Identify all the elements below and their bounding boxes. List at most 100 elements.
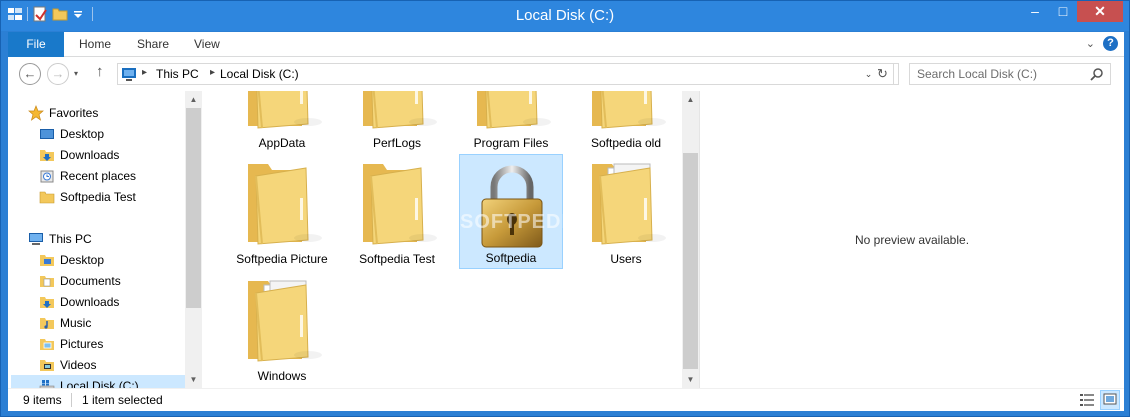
tab-file[interactable]: File	[8, 32, 64, 57]
drive-icon	[39, 378, 55, 388]
file-item-softpedia[interactable]: SOFTPEDIA Softpedia	[459, 154, 582, 269]
file-list: AppData PerfLogs Program Files Softpedia ol…	[208, 91, 682, 388]
file-item-name: Program Files	[473, 136, 549, 150]
nav-this-pc[interactable]: This PC	[28, 228, 92, 249]
tab-view[interactable]: View	[180, 32, 234, 57]
nav-pc-documents[interactable]: Documents	[39, 270, 121, 291]
title-bar: Local Disk (C:) – □ ✕	[1, 1, 1129, 31]
file-item-name: Windows	[257, 369, 307, 383]
scroll-down-arrow-icon[interactable]: ▼	[682, 371, 699, 388]
navigation-bar: ← → ▾ ↑ ▸ This PC ▸ Local Disk (C:) ⌄ ↻ …	[8, 57, 1124, 91]
refresh-button[interactable]: ↻	[872, 63, 894, 85]
breadcrumb-this-pc[interactable]: This PC	[156, 67, 199, 81]
nav-favorites-label: Favorites	[49, 105, 99, 120]
file-item-users[interactable]: Users	[574, 154, 678, 269]
recent-places-icon	[39, 168, 55, 184]
window-controls: – □ ✕	[1021, 1, 1123, 22]
star-icon	[28, 104, 44, 121]
recent-locations-icon[interactable]: ▾	[74, 69, 78, 78]
file-item-name: Softpedia	[485, 251, 537, 265]
nav-item-label: Music	[60, 315, 92, 330]
nav-item-label: Pictures	[60, 336, 104, 351]
nav-pc-pictures[interactable]: Pictures	[39, 333, 103, 354]
file-item-name: Users	[610, 252, 642, 266]
downloads-folder-icon	[39, 294, 55, 310]
nav-item-label: Local Disk (C:)	[60, 378, 139, 389]
videos-folder-icon	[39, 357, 55, 373]
selection-count: 1 item selected	[82, 393, 163, 407]
breadcrumb-local-disk[interactable]: Local Disk (C:)	[220, 67, 299, 81]
large-icons-view-icon[interactable]	[1100, 390, 1120, 410]
file-item-softpedia-old[interactable]: Softpedia old	[574, 91, 678, 153]
preview-message: No preview available.	[854, 233, 970, 247]
scrollbar-thumb[interactable]	[683, 153, 698, 369]
computer-icon	[28, 231, 44, 247]
music-folder-icon	[39, 315, 55, 331]
tab-home[interactable]: Home	[65, 32, 125, 57]
details-view-icon[interactable]	[1077, 390, 1097, 410]
scroll-down-arrow-icon[interactable]: ▼	[185, 371, 202, 388]
nav-item-label: Softpedia Test	[60, 189, 136, 204]
file-item-appdata[interactable]: AppData	[230, 91, 334, 153]
forward-button[interactable]: →	[47, 63, 69, 85]
file-item-softpedia-picture[interactable]: Softpedia Picture	[230, 154, 334, 269]
search-icon[interactable]	[1090, 67, 1104, 84]
content-area: Favorites Desktop Downloads Recent place…	[8, 91, 1124, 388]
nav-item-label: Documents	[60, 273, 121, 288]
nav-item-label: Videos	[60, 357, 97, 372]
scroll-up-arrow-icon[interactable]: ▲	[682, 91, 699, 108]
pictures-folder-icon	[39, 336, 55, 352]
file-item-softpedia-test[interactable]: Softpedia Test	[345, 154, 449, 269]
file-item-name: PerfLogs	[372, 136, 422, 150]
up-button[interactable]: ↑	[96, 63, 104, 80]
file-item-program-files[interactable]: Program Files	[459, 91, 563, 153]
navigation-scrollbar[interactable]: ▲ ▼	[185, 91, 202, 388]
documents-folder-icon	[39, 273, 55, 289]
explorer-window: Local Disk (C:) – □ ✕ File Home Share Vi…	[0, 0, 1130, 417]
nav-favorites-desktop[interactable]: Desktop	[39, 123, 104, 144]
computer-icon	[121, 67, 137, 86]
nav-item-label: Recent places	[60, 168, 137, 183]
item-count: 9 items	[23, 393, 62, 407]
nav-favorites-downloads[interactable]: Downloads	[39, 144, 119, 165]
back-button[interactable]: ←	[19, 63, 41, 85]
tab-share[interactable]: Share	[123, 32, 183, 57]
help-icon[interactable]: ?	[1103, 36, 1118, 51]
view-switcher	[1077, 390, 1120, 410]
nav-this-pc-label: This PC	[49, 231, 92, 246]
nav-pc-videos[interactable]: Videos	[39, 354, 96, 375]
nav-favorites-recent[interactable]: Recent places	[39, 165, 136, 186]
file-list-scrollbar[interactable]: ▲ ▼	[682, 91, 699, 388]
scroll-up-arrow-icon[interactable]: ▲	[185, 91, 202, 108]
nav-pc-desktop[interactable]: Desktop	[39, 249, 104, 270]
nav-pc-downloads[interactable]: Downloads	[39, 291, 119, 312]
file-item-name: Softpedia old	[590, 136, 662, 150]
minimize-button[interactable]: –	[1021, 1, 1049, 22]
nav-item-label: Desktop	[60, 126, 105, 141]
ribbon-tabs: File Home Share View ⌄ ?	[8, 32, 1124, 57]
address-bar[interactable]: ▸ This PC ▸ Local Disk (C:) ⌄	[117, 63, 899, 85]
nav-pc-music[interactable]: Music	[39, 312, 91, 333]
nav-item-label: Desktop	[60, 252, 105, 267]
close-button[interactable]: ✕	[1077, 1, 1123, 22]
downloads-folder-icon	[39, 147, 55, 163]
desktop-folder-icon	[39, 252, 55, 268]
preview-pane: No preview available.	[699, 91, 1124, 388]
expand-ribbon-icon[interactable]: ⌄	[1086, 37, 1095, 50]
breadcrumb-separator-icon[interactable]: ▸	[142, 67, 147, 78]
file-item-perflogs[interactable]: PerfLogs	[345, 91, 449, 153]
breadcrumb-separator-icon[interactable]: ▸	[210, 67, 215, 78]
file-item-name: Softpedia Test	[359, 252, 435, 266]
window-title: Local Disk (C:)	[515, 7, 615, 24]
nav-pc-local-disk[interactable]: Local Disk (C:)	[11, 375, 185, 388]
scrollbar-thumb[interactable]	[186, 108, 201, 308]
file-item-name: AppData	[258, 136, 306, 150]
maximize-button[interactable]: □	[1049, 1, 1077, 22]
nav-favorites-softpedia-test[interactable]: Softpedia Test	[39, 186, 136, 207]
search-box[interactable]: Search Local Disk (C:)	[909, 63, 1111, 85]
nav-favorites[interactable]: Favorites	[28, 102, 98, 123]
folder-icon	[39, 189, 55, 205]
file-item-windows[interactable]: Windows	[230, 271, 334, 386]
navigation-pane: Favorites Desktop Downloads Recent place…	[8, 91, 202, 388]
search-input[interactable]: Search Local Disk (C:)	[917, 67, 1037, 81]
